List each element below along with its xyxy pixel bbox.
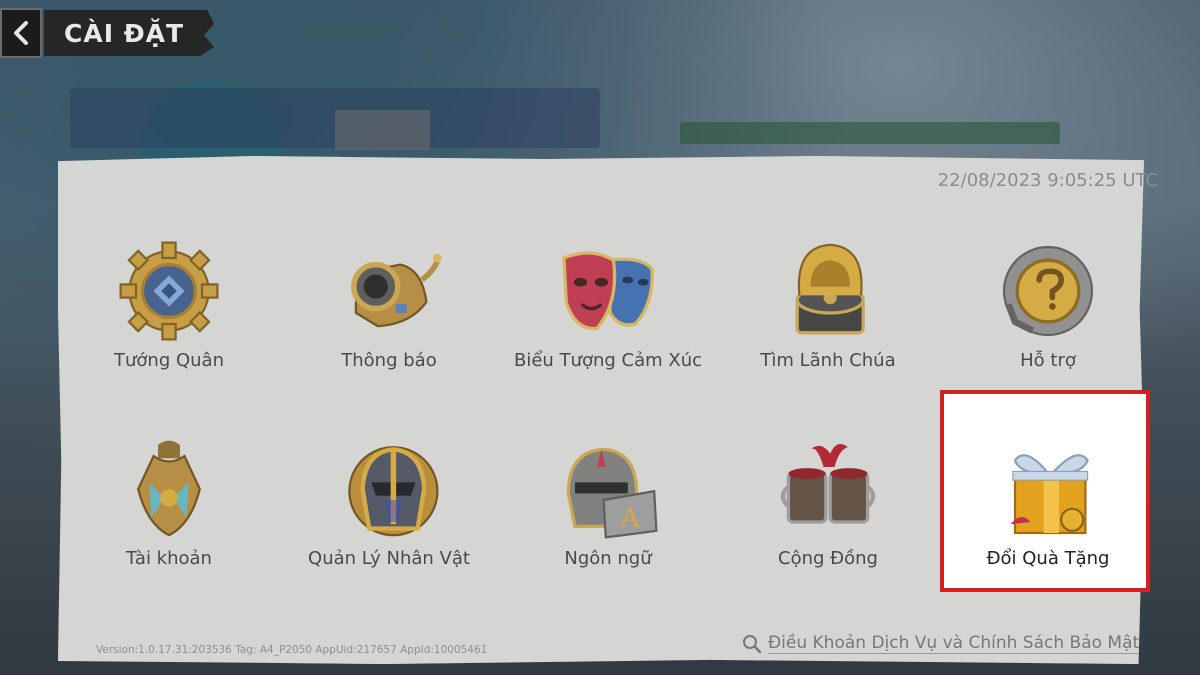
tile-label: Tìm Lãnh Chúa [760, 350, 896, 371]
compass-icon [795, 243, 865, 335]
svg-text:A: A [619, 502, 640, 533]
horn-icon [351, 253, 442, 328]
header-bar: CÀI ĐẶT [0, 8, 215, 58]
tile-emotes[interactable]: Biểu Tượng Cảm Xúc [513, 236, 703, 406]
account-icon [137, 440, 201, 537]
tile-support[interactable]: Hỗ trợ [953, 236, 1143, 406]
tile-find-lord[interactable]: Tìm Lãnh Chúa [733, 236, 923, 406]
tile-commander[interactable]: Tướng Quân [74, 236, 264, 406]
language-icon: A [566, 447, 658, 539]
tile-language[interactable]: A Ngôn ngữ [513, 434, 703, 604]
tile-label: Hỗ trợ [1020, 350, 1076, 371]
tile-account[interactable]: Tài khoản [74, 434, 264, 604]
search-icon [743, 634, 762, 653]
page-title-plate: CÀI ĐẶT [44, 10, 214, 56]
tile-label: Ngôn ngữ [564, 548, 652, 569]
tile-label: Tài khoản [126, 548, 212, 569]
gift-box-icon [1010, 454, 1089, 535]
support-icon [1002, 245, 1094, 337]
terms-link-label: Điều Khoản Dịch Vụ và Chính Sách Bảo Mật [768, 633, 1140, 654]
tile-redeem-gift[interactable]: Đổi Quà Tặng [953, 434, 1143, 604]
tile-label: Biểu Tượng Cảm Xúc [513, 350, 702, 371]
helmet-icon [348, 446, 439, 537]
page-title: CÀI ĐẶT [64, 18, 185, 48]
tile-notifications[interactable]: Thông báo [294, 236, 484, 406]
tile-character-manage[interactable]: Quản Lý Nhân Vật [294, 434, 484, 604]
tile-label: Tướng Quân [114, 350, 224, 371]
tile-label: Đổi Quà Tặng [986, 548, 1110, 569]
tile-label: Cộng Đồng [778, 548, 878, 569]
tile-label: Thông báo [341, 350, 437, 371]
terms-link[interactable]: Điều Khoản Dịch Vụ và Chính Sách Bảo Mật [742, 633, 1140, 654]
commander-gear-icon [119, 241, 219, 341]
tile-community[interactable]: Cộng Đồng [733, 434, 923, 604]
server-time: 22/08/2023 9:05:25 UTC [937, 170, 1158, 191]
masks-icon [562, 251, 654, 331]
version-info: Version:1.0.17.31:203536 Tag: A4_P2050 A… [96, 644, 488, 656]
community-mugs-icon [780, 444, 876, 524]
back-arrow-icon [14, 21, 28, 45]
tile-label: Quản Lý Nhân Vật [308, 548, 470, 569]
back-button[interactable] [0, 8, 42, 58]
